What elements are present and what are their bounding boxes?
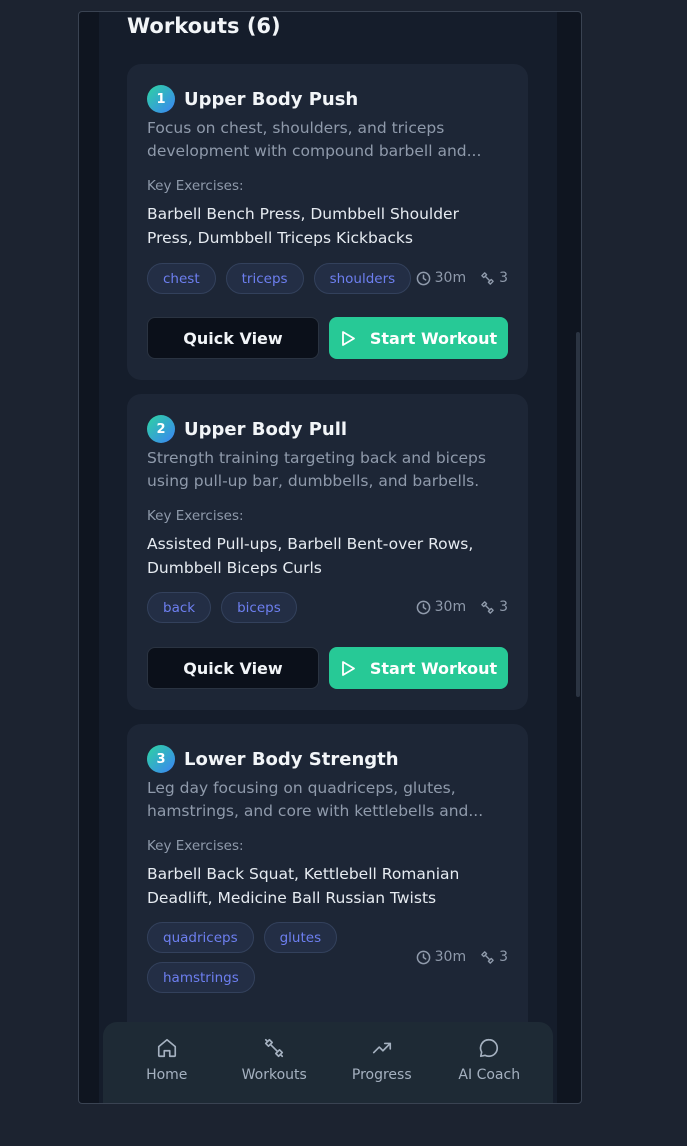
quick-view-button[interactable]: Quick View (147, 647, 319, 689)
nav-item-workouts[interactable]: Workouts (224, 1022, 324, 1103)
page-title: Workouts (6) (127, 14, 281, 38)
key-exercises-list: Assisted Pull-ups, Barbell Bent-over Row… (147, 535, 474, 577)
workout-number-badge: 1 (147, 85, 175, 113)
key-exercises-list: Barbell Bench Press, Dumbbell Shoulder P… (147, 205, 459, 247)
workout-meta: 30m 3 (416, 949, 508, 965)
muscle-tag[interactable]: chest (147, 263, 216, 294)
play-icon (341, 660, 355, 676)
nav-item-home[interactable]: Home (117, 1022, 217, 1103)
clock-icon (416, 271, 430, 285)
nav-label: Workouts (241, 1067, 307, 1083)
nav-label: Progress (351, 1067, 412, 1083)
workout-description: Strength training targeting back and bic… (147, 449, 486, 490)
quick-view-button[interactable]: Quick View (147, 317, 319, 359)
workout-description: Leg day focusing on quadriceps, glutes, … (147, 779, 484, 820)
workout-number-badge: 2 (147, 415, 175, 443)
muscle-tag[interactable]: triceps (225, 263, 304, 294)
start-workout-label: Start Workout (369, 328, 498, 348)
start-workout-label: Start Workout (369, 658, 498, 678)
nav-item-ai-coach[interactable]: AI Coach (439, 1022, 539, 1103)
trending-up-icon (372, 1042, 391, 1054)
muscle-tag[interactable]: hamstrings (147, 962, 255, 993)
nav-label: Home (146, 1067, 188, 1083)
key-exercises-label: Key Exercises: (147, 838, 244, 854)
muscle-tag[interactable]: back (147, 592, 212, 623)
muscle-tags: back biceps (147, 592, 297, 623)
play-icon (341, 330, 355, 346)
clock-icon (416, 600, 430, 614)
workout-number-badge: 3 (147, 745, 175, 773)
start-workout-button[interactable]: Start Workout (329, 647, 508, 689)
workout-meta: 30m 3 (416, 599, 508, 615)
start-workout-button[interactable]: Start Workout (329, 317, 508, 359)
muscle-tags: quadriceps glutes hamstrings (147, 922, 347, 993)
muscle-tag[interactable]: biceps (221, 592, 297, 623)
duration: 30m (434, 949, 467, 965)
clock-icon (416, 950, 430, 964)
key-exercises-list: Barbell Back Squat, Kettlebell Romanian … (147, 865, 460, 907)
workouts-screen: Workouts (6) 1 Upper Body Push Focus on … (99, 12, 557, 1103)
duration: 30m (434, 599, 467, 615)
exercise-count: 3 (499, 599, 508, 615)
workout-title: Upper Body Push (184, 88, 359, 110)
exercise-count: 3 (499, 270, 508, 286)
bottom-nav: Home Workouts Progress AI Coach (103, 1022, 553, 1103)
workout-card: 2 Upper Body Pull Strength training targ… (127, 394, 528, 710)
workout-meta: 30m 3 (416, 270, 508, 286)
dumbbell-icon (481, 950, 494, 964)
workout-title: Upper Body Pull (184, 418, 348, 440)
dumbbell-icon (481, 271, 494, 285)
muscle-tag[interactable]: glutes (263, 922, 338, 953)
workout-description: Focus on chest, shoulders, and triceps d… (147, 119, 482, 160)
chat-bubble-icon (479, 1038, 499, 1058)
home-icon (157, 1038, 176, 1058)
nav-item-progress[interactable]: Progress (332, 1022, 432, 1103)
key-exercises-label: Key Exercises: (147, 508, 244, 524)
dumbbell-icon (265, 1038, 284, 1058)
muscle-tag[interactable]: shoulders (313, 263, 412, 294)
app-frame: Workouts (6) 1 Upper Body Push Focus on … (78, 11, 582, 1104)
key-exercises-label: Key Exercises: (147, 178, 244, 194)
workout-card: 1 Upper Body Push Focus on chest, should… (127, 64, 528, 380)
exercise-count: 3 (499, 949, 508, 965)
dumbbell-icon (481, 600, 494, 614)
duration: 30m (434, 270, 467, 286)
nav-label: AI Coach (458, 1067, 521, 1083)
muscle-tag[interactable]: quadriceps (147, 922, 254, 953)
muscle-tags: chest triceps shoulders (147, 263, 412, 294)
workout-title: Lower Body Strength (184, 748, 399, 770)
scrollbar[interactable] (576, 332, 580, 697)
